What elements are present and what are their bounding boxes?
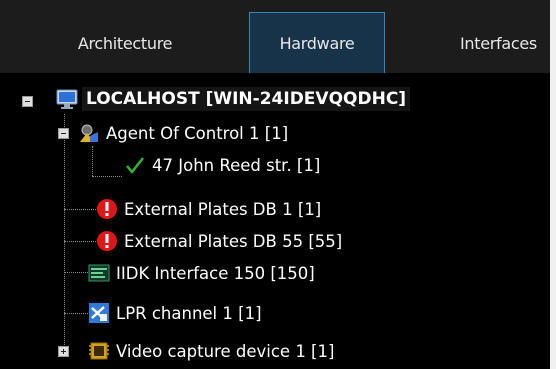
agent-collapse-toggle[interactable]: [58, 128, 69, 139]
tree-item-iidk-interface[interactable]: IIDK Interface 150 [150]: [88, 258, 315, 288]
checkmark-icon: [124, 154, 146, 176]
tree-item-lpr-channel[interactable]: LPR channel 1 [1]: [88, 298, 262, 328]
error-icon: [96, 198, 118, 220]
tab-divider: [0, 73, 550, 75]
tree-connector: [92, 176, 122, 177]
window-frame: Architecture Hardware Interfaces LOCALHO…: [0, 0, 556, 369]
tree-connector: [64, 241, 96, 242]
tree-connector: [64, 272, 88, 273]
tree-item-label: 47 John Reed str. [1]: [152, 155, 321, 175]
tree-connector: [64, 313, 88, 314]
tree-root[interactable]: LOCALHOST [WIN-24IDEVQQDHC]: [56, 84, 411, 114]
tree-connector: [92, 146, 93, 176]
tree-item-label: IIDK Interface 150 [150]: [116, 263, 315, 283]
monitor-icon: [56, 88, 78, 110]
tree-item-external-plates-db-1[interactable]: External Plates DB 1 [1]: [96, 194, 321, 224]
tab-bar: Architecture Hardware Interfaces: [0, 0, 550, 74]
tree-item-label: Video capture device 1 [1]: [116, 341, 335, 361]
video-capture-chip-icon: [88, 340, 110, 362]
tree-item-label: Agent Of Control 1 [1]: [106, 123, 289, 143]
tree-item-label: External Plates DB 1 [1]: [124, 199, 322, 219]
tab-interfaces[interactable]: Interfaces: [440, 12, 556, 74]
tree-item-video-capture-device[interactable]: Video capture device 1 [1]: [88, 336, 334, 366]
lpr-channel-icon: [88, 302, 110, 324]
error-icon: [96, 230, 118, 252]
hardware-panel: Architecture Hardware Interfaces LOCALHO…: [0, 0, 550, 369]
tree-root-label: LOCALHOST [WIN-24IDEVQQDHC]: [82, 87, 411, 111]
tab-architecture[interactable]: Architecture: [40, 12, 210, 74]
tree-item-agent-of-control[interactable]: Agent Of Control 1 [1]: [78, 118, 288, 148]
interface-board-icon: [88, 262, 110, 284]
tree-connector: [64, 209, 96, 210]
hardware-tree: LOCALHOST [WIN-24IDEVQQDHC] Agent Of Con…: [0, 76, 550, 369]
agent-control-icon: [78, 122, 100, 144]
tree-item-label: LPR channel 1 [1]: [116, 303, 262, 323]
tree-item-john-reed[interactable]: 47 John Reed str. [1]: [124, 150, 320, 180]
tree-item-label: External Plates DB 55 [55]: [124, 231, 343, 251]
tab-hardware[interactable]: Hardware: [249, 12, 385, 74]
video-capture-expand-toggle[interactable]: [58, 346, 69, 357]
tree-item-external-plates-db-55[interactable]: External Plates DB 55 [55]: [96, 226, 342, 256]
root-collapse-toggle[interactable]: [22, 96, 33, 107]
